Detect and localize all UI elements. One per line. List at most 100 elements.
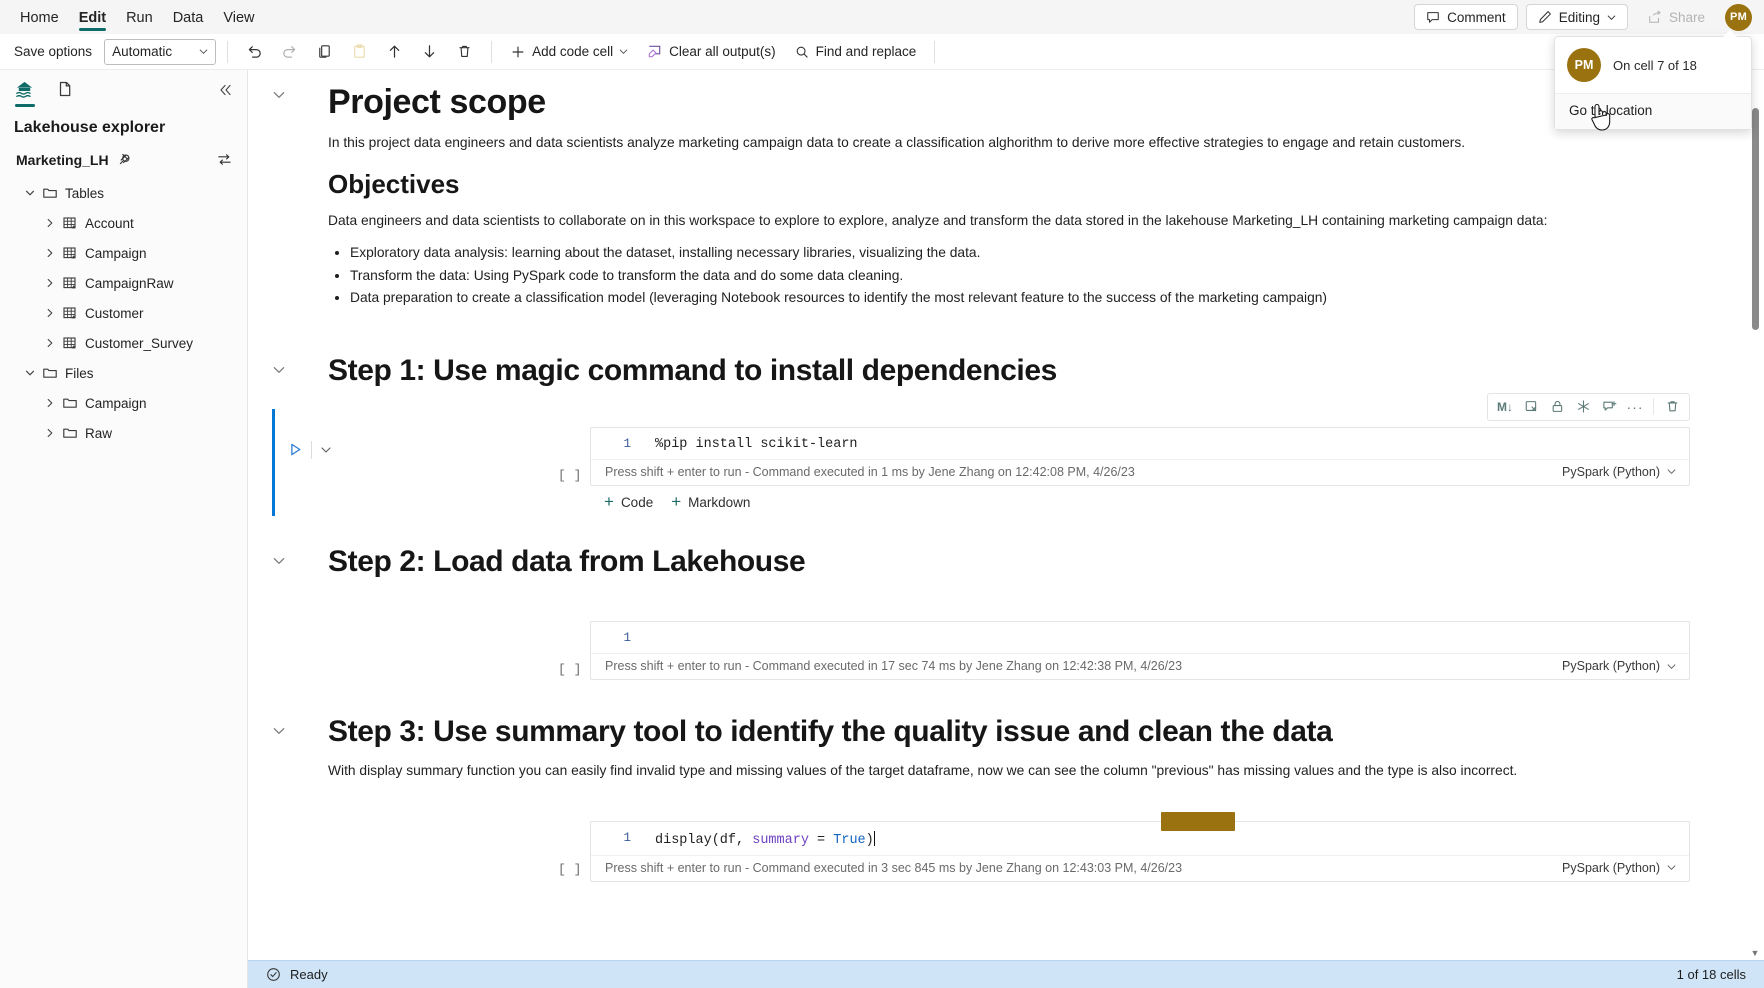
toolbar-divider xyxy=(934,40,936,63)
cell-language-selector[interactable]: PySpark (Python) xyxy=(1562,861,1677,875)
code-text: display(df, summary = True) xyxy=(635,830,875,848)
user-avatar[interactable]: PM xyxy=(1725,3,1752,31)
tree-node-campaign-table[interactable]: Campaign xyxy=(6,238,241,268)
step-2-heading: Step 2: Load data from Lakehouse xyxy=(328,544,806,578)
delete-cell-icon[interactable] xyxy=(1660,396,1684,418)
project-scope-paragraph: In this project data engineers and data … xyxy=(328,135,1466,151)
cell-language-selector[interactable]: PySpark (Python) xyxy=(1562,659,1677,673)
code-cell-3[interactable]: [ ] 1 display(df, summary = True) Press … xyxy=(272,811,1726,882)
sidebar-tab-lakehouse[interactable] xyxy=(14,80,35,107)
search-icon xyxy=(794,44,810,60)
code-editor[interactable]: 1 xyxy=(591,622,1689,653)
scrollbar-thumb[interactable] xyxy=(1752,108,1759,330)
comment-button[interactable]: Comment xyxy=(1414,4,1518,30)
cell-status-row: Press shift + enter to run - Command exe… xyxy=(591,854,1689,881)
cell-count-text: 1 of 18 cells xyxy=(1676,967,1746,982)
tree-node-campaignraw[interactable]: CampaignRaw xyxy=(6,268,241,298)
code-cell-body[interactable]: 1 %pip install scikit-learn Press shift … xyxy=(590,426,1690,486)
save-options-label: Save options xyxy=(14,44,93,59)
redo-button[interactable] xyxy=(274,38,305,66)
cell-status-text: Press shift + enter to run - Command exe… xyxy=(605,860,1183,875)
undo-button[interactable] xyxy=(239,38,270,66)
toolbar-divider xyxy=(227,40,229,63)
scroll-down-arrow-icon[interactable]: ▼ xyxy=(1750,948,1760,958)
share-button[interactable]: Share xyxy=(1636,4,1717,30)
step-1-heading: Step 1: Use magic command to install dep… xyxy=(328,354,1057,388)
tree-node-customer[interactable]: Customer xyxy=(6,298,241,328)
list-item: Transform the data: Using PySpark code t… xyxy=(350,265,1726,287)
tree-node-label: Raw xyxy=(85,425,113,441)
collapse-block-icon[interactable] xyxy=(272,554,294,568)
find-and-replace-button[interactable]: Find and replace xyxy=(787,38,924,66)
ribbon-tab-edit[interactable]: Edit xyxy=(69,3,116,32)
tree-node-customer-survey[interactable]: Customer_Survey xyxy=(6,328,241,358)
freeze-icon[interactable] xyxy=(1571,396,1595,418)
swap-lakehouse-icon[interactable] xyxy=(216,151,233,168)
lakehouse-name-row[interactable]: Marketing_LH xyxy=(0,147,247,178)
chevron-down-icon xyxy=(1666,466,1677,477)
collapse-block-icon[interactable] xyxy=(272,88,294,102)
add-comment-icon[interactable] xyxy=(1597,396,1621,418)
notebook-scroll-area[interactable]: Project scope In this project data engin… xyxy=(248,70,1764,960)
tree-node-files[interactable]: Files xyxy=(6,358,241,388)
code-editor[interactable]: 1 display(df, summary = True) xyxy=(591,811,1689,855)
chevron-down-icon xyxy=(1666,862,1677,873)
code-cell-body[interactable]: 1 Press shift + enter to run - Command e… xyxy=(590,621,1690,681)
move-cell-up-button[interactable] xyxy=(379,38,410,66)
code-cell-1[interactable]: M↓ ··· [] 1 %pip install scikit-learn P… xyxy=(272,392,1726,516)
chevron-down-icon[interactable] xyxy=(320,444,332,456)
editing-mode-button[interactable]: Editing xyxy=(1525,4,1628,30)
ribbon-tab-home[interactable]: Home xyxy=(10,3,69,32)
plus-icon: + xyxy=(604,492,614,512)
code-cell-2[interactable]: [ ] 1 Press shift + enter to run - Comma… xyxy=(272,621,1726,681)
ribbon-tab-data[interactable]: Data xyxy=(163,3,214,32)
text-caret xyxy=(873,830,875,846)
markdown-cell-project-scope[interactable]: Project scope In this project data engin… xyxy=(272,82,1726,309)
save-mode-value: Automatic xyxy=(112,44,173,59)
folder-icon xyxy=(62,395,78,411)
tree-node-label: Account xyxy=(85,215,134,231)
move-cell-down-button[interactable] xyxy=(414,38,445,66)
markdown-cell-step-2[interactable]: Step 2: Load data from Lakehouse xyxy=(272,544,1726,579)
add-markdown-label: Markdown xyxy=(688,494,751,510)
save-mode-select[interactable]: Automatic xyxy=(104,38,217,65)
code-editor[interactable]: 1 %pip install scikit-learn xyxy=(591,428,1689,459)
add-code-button[interactable]: + Code xyxy=(604,492,653,512)
share-button-label: Share xyxy=(1668,9,1705,25)
clear-all-outputs-button[interactable]: Clear all output(s) xyxy=(639,38,783,66)
tree-node-tables[interactable]: Tables xyxy=(6,178,241,208)
cell-language-selector[interactable]: PySpark (Python) xyxy=(1562,465,1677,479)
tree-node-label: Campaign xyxy=(85,395,147,411)
code-token-plain: ) xyxy=(865,832,874,848)
add-code-cell-button[interactable]: Add code cell xyxy=(503,38,635,66)
pencil-icon xyxy=(1538,10,1552,24)
lock-icon[interactable] xyxy=(1545,396,1569,418)
markdown-cell-step-1[interactable]: Step 1: Use magic command to install dep… xyxy=(272,353,1726,388)
ribbon-tab-run[interactable]: Run xyxy=(116,3,163,32)
arrow-up-icon xyxy=(386,43,403,60)
collapse-sidebar-button[interactable] xyxy=(217,80,233,98)
clear-output-icon[interactable] xyxy=(1519,396,1543,418)
code-token-operator: = xyxy=(808,832,834,848)
ribbon-tab-view[interactable]: View xyxy=(213,3,264,32)
run-cell-icon[interactable] xyxy=(288,442,303,457)
delete-cell-button[interactable] xyxy=(449,38,480,66)
markdown-cell-step-3[interactable]: Step 3: Use summary tool to identify the… xyxy=(272,714,1726,780)
tree-node-campaign-folder[interactable]: Campaign xyxy=(6,388,241,418)
add-markdown-button[interactable]: + Markdown xyxy=(671,493,751,510)
code-cell-body[interactable]: 1 display(df, summary = True) Press shif… xyxy=(590,811,1690,882)
copy-button[interactable] xyxy=(309,38,340,66)
folder-icon xyxy=(42,185,58,201)
tree-node-account[interactable]: Account xyxy=(6,208,241,238)
paste-button[interactable] xyxy=(344,38,375,66)
chevron-right-icon xyxy=(44,428,55,438)
pin-icon[interactable] xyxy=(117,152,132,167)
go-to-location-button[interactable]: Go to location xyxy=(1555,93,1751,129)
vertical-scrollbar[interactable]: ▼ xyxy=(1748,70,1762,960)
more-options-icon[interactable]: ··· xyxy=(1623,396,1647,418)
convert-to-markdown-icon[interactable]: M↓ xyxy=(1493,396,1517,418)
collapse-block-icon[interactable] xyxy=(272,363,294,377)
collapse-block-icon[interactable] xyxy=(272,724,294,738)
tree-node-raw-folder[interactable]: Raw xyxy=(6,418,241,448)
sidebar-tab-snapshot[interactable] xyxy=(55,80,75,100)
